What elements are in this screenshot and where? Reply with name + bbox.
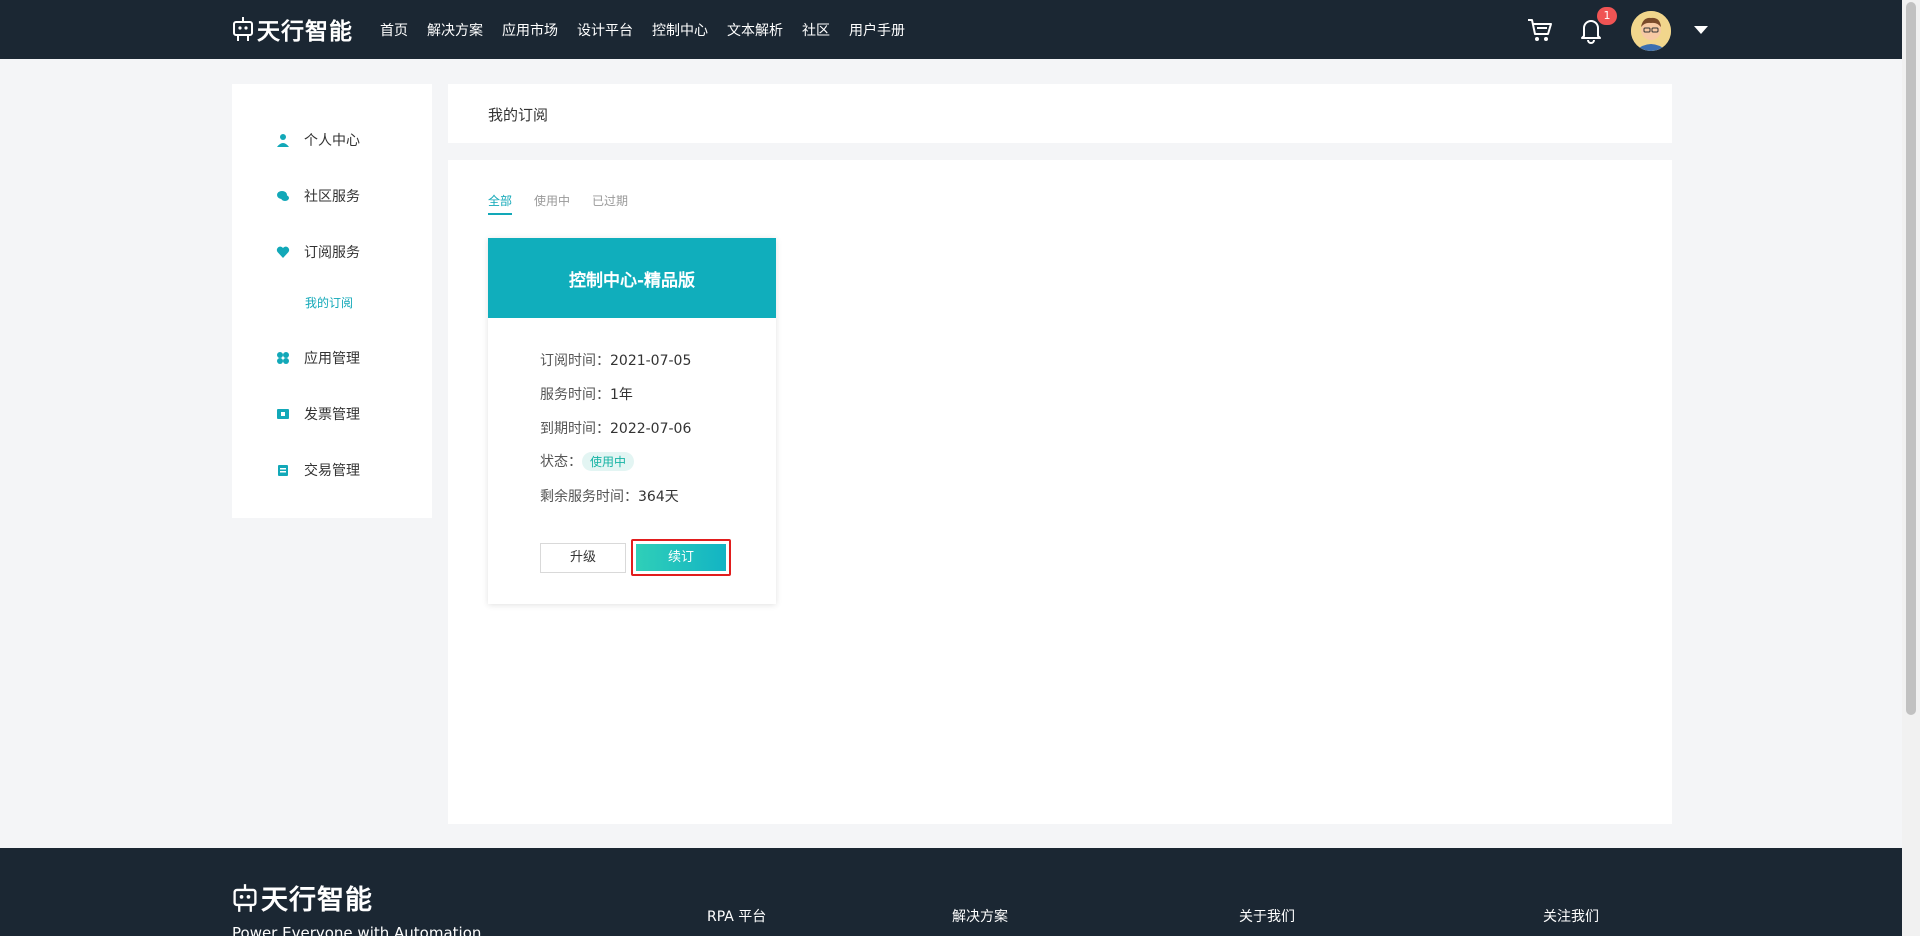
renew-button[interactable]: 续订 [636, 544, 726, 571]
top-header: 天行智能 首页 解决方案 应用市场 设计平台 控制中心 文本解析 社区 用户手册… [0, 0, 1902, 59]
cart-icon[interactable] [1526, 16, 1554, 44]
row-label: 到期时间： [540, 421, 610, 437]
tab-expired[interactable]: 已过期 [592, 192, 628, 215]
service-duration-row: 服务时间：1年 [540, 384, 633, 404]
footer-logo[interactable]: 天行智能 [232, 878, 373, 917]
apps-icon [277, 352, 289, 364]
nav-control-center[interactable]: 控制中心 [652, 20, 708, 40]
page-title: 我的订阅 [488, 106, 549, 124]
scrollbar-thumb[interactable] [1906, 2, 1916, 715]
chat-icon [277, 191, 289, 201]
sidebar-item-label: 交易管理 [304, 463, 360, 479]
nav-text-parse[interactable]: 文本解析 [727, 20, 783, 40]
subscription-tabs: 全部 使用中 已过期 [488, 192, 650, 215]
robot-logo-icon [233, 17, 253, 41]
upgrade-button[interactable]: 升级 [540, 543, 626, 573]
footer-col-solutions[interactable]: 解决方案 [952, 906, 1008, 926]
page-scrollbar[interactable] [1902, 0, 1920, 936]
sidebar-item-label: 个人中心 [304, 133, 360, 149]
row-value: 2022-07-06 [610, 421, 692, 437]
tab-in-use[interactable]: 使用中 [534, 192, 570, 215]
user-menu-caret-icon[interactable] [1694, 26, 1708, 34]
status-row: 状态： 使用中 [540, 451, 635, 471]
avatar-image-icon [1631, 11, 1671, 51]
row-label: 剩余服务时间： [540, 489, 638, 505]
sidebar-item-community[interactable]: 社区服务 [276, 184, 360, 208]
sidebar: 个人中心 社区服务 订阅服务 我的订阅 应用管理 发票管理 交易管理 [232, 84, 432, 518]
main-content: 全部 使用中 已过期 控制中心-精品版 订阅时间：2021-07-05 服务时间… [448, 160, 1672, 824]
nav-community[interactable]: 社区 [802, 20, 830, 40]
expire-date-row: 到期时间：2022-07-06 [540, 418, 691, 438]
nav-design[interactable]: 设计平台 [577, 20, 633, 40]
tab-all[interactable]: 全部 [488, 192, 513, 215]
nav-manual[interactable]: 用户手册 [849, 20, 905, 40]
sidebar-item-label: 社区服务 [304, 189, 360, 205]
logo-text: 天行智能 [257, 19, 353, 45]
heart-icon [276, 246, 290, 258]
status-badge: 使用中 [582, 452, 635, 471]
sidebar-item-label: 发票管理 [304, 407, 360, 423]
row-label: 服务时间： [540, 387, 610, 403]
footer-logo-text: 天行智能 [261, 885, 373, 916]
subscribe-date-row: 订阅时间：2021-07-05 [540, 350, 691, 370]
footer-col-follow[interactable]: 关注我们 [1543, 906, 1599, 926]
footer: 天行智能 Power Everyone with Automation RPA … [0, 848, 1902, 936]
clipboard-icon [278, 465, 288, 476]
row-label: 状态： [540, 454, 582, 470]
footer-col-rpa[interactable]: RPA 平台 [707, 906, 766, 926]
subscription-card: 控制中心-精品版 订阅时间：2021-07-05 服务时间：1年 到期时间：20… [488, 238, 776, 604]
sidebar-item-label: 应用管理 [304, 351, 360, 367]
avatar[interactable] [1631, 11, 1671, 51]
notification-badge: 1 [1597, 7, 1617, 25]
row-label: 订阅时间： [540, 353, 610, 369]
renew-highlight-box: 续订 [631, 539, 731, 576]
row-value: 364天 [638, 489, 679, 505]
footer-slogan: Power Everyone with Automation [232, 924, 482, 936]
remaining-time-row: 剩余服务时间：364天 [540, 486, 679, 506]
sidebar-item-transactions[interactable]: 交易管理 [276, 458, 360, 482]
sidebar-subitem-my-subscriptions[interactable]: 我的订阅 [305, 294, 353, 311]
row-value: 1年 [610, 387, 633, 403]
row-value: 2021-07-05 [610, 353, 692, 369]
main-nav: 首页 解决方案 应用市场 设计平台 控制中心 文本解析 社区 用户手册 [380, 0, 924, 59]
footer-col-about[interactable]: 关于我们 [1239, 906, 1295, 926]
sidebar-item-personal[interactable]: 个人中心 [276, 128, 360, 152]
nav-solutions[interactable]: 解决方案 [427, 20, 483, 40]
nav-market[interactable]: 应用市场 [502, 20, 558, 40]
nav-home[interactable]: 首页 [380, 20, 408, 40]
robot-logo-icon [233, 883, 257, 912]
sidebar-item-apps[interactable]: 应用管理 [276, 346, 360, 370]
sidebar-item-subscription[interactable]: 订阅服务 [276, 240, 360, 264]
sidebar-item-invoices[interactable]: 发票管理 [276, 402, 360, 426]
page-title-bar: 我的订阅 [448, 84, 1672, 143]
ticket-icon [277, 409, 289, 419]
sidebar-item-label: 订阅服务 [304, 245, 360, 261]
logo[interactable]: 天行智能 [232, 12, 353, 46]
user-icon [277, 134, 289, 147]
card-title: 控制中心-精品版 [488, 238, 776, 318]
